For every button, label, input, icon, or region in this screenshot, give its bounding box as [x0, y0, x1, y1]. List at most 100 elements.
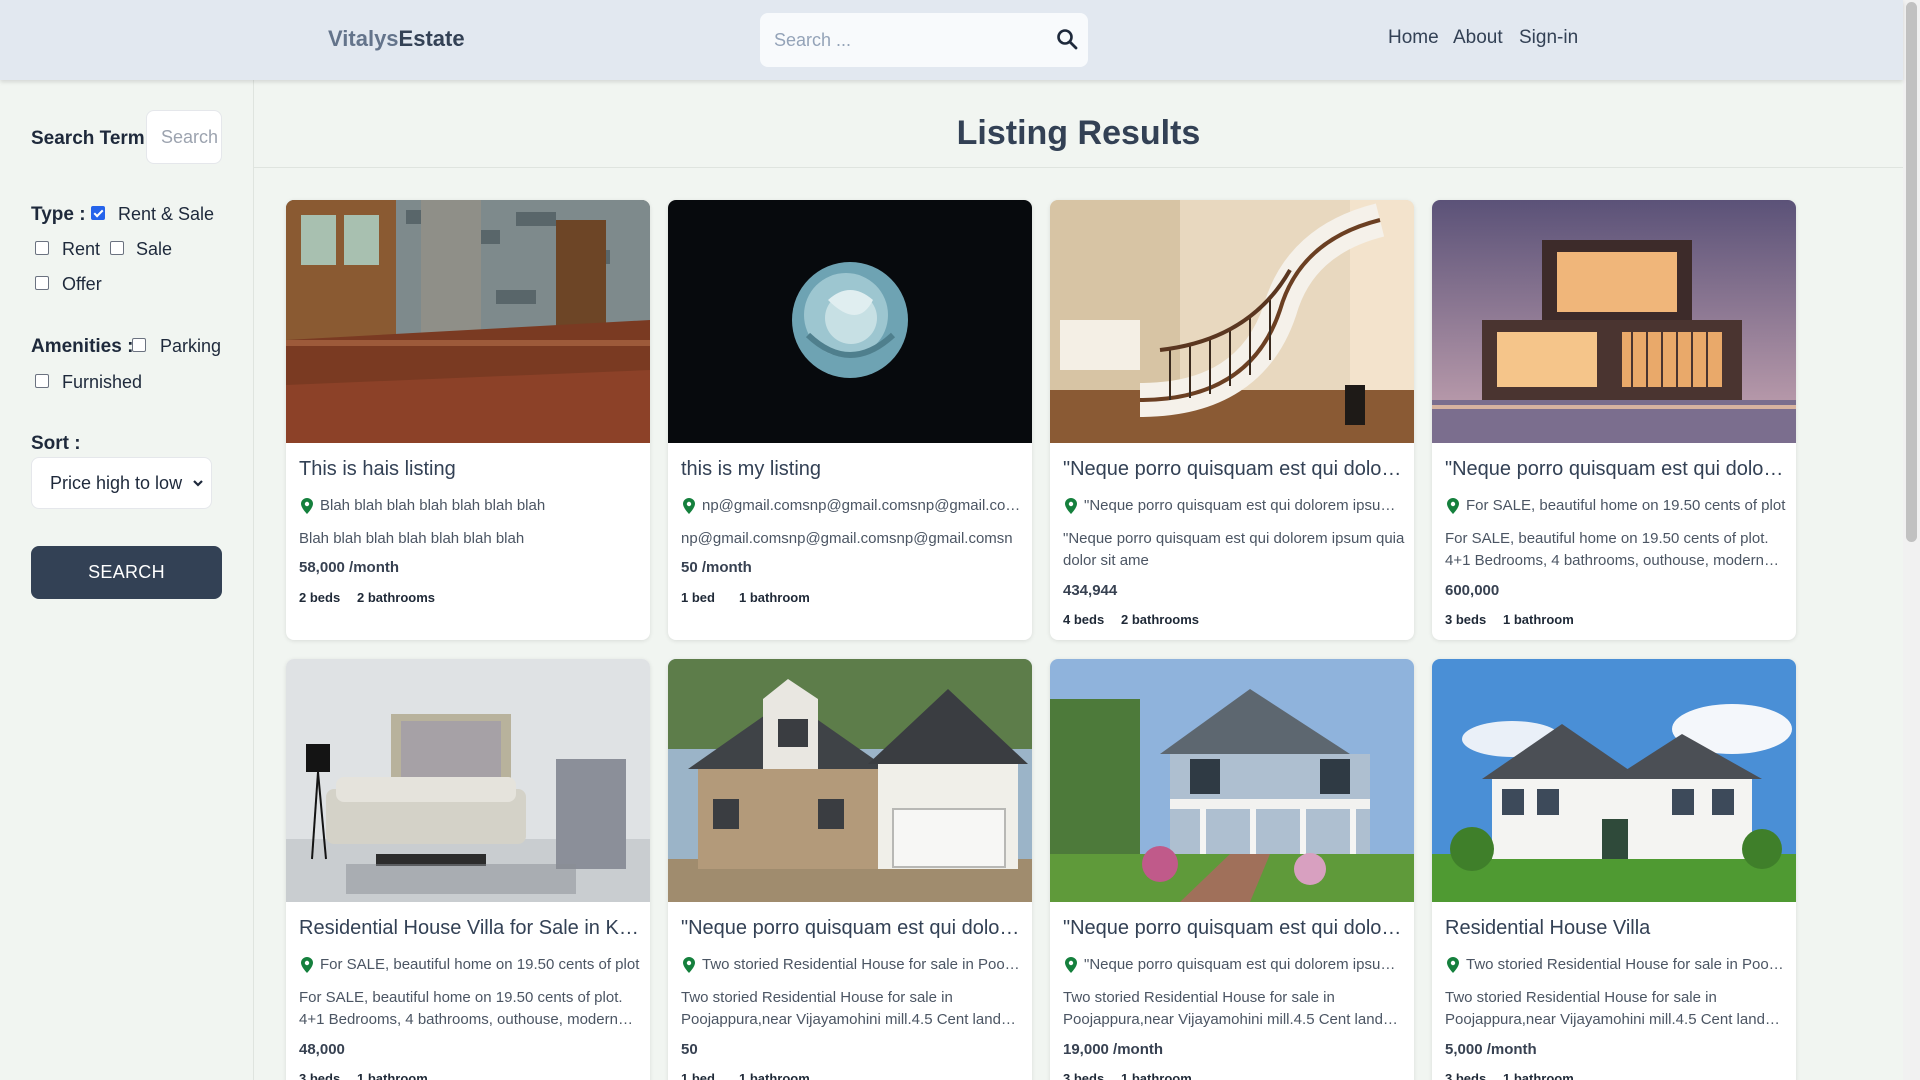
listing-beds: 4 beds	[1063, 612, 1105, 627]
sale-label: Sale	[136, 239, 173, 259]
search-input[interactable]	[760, 13, 1040, 67]
listing-beds: 1 bed	[681, 590, 715, 605]
listing-address-text: "Neque porro quisquam est qui dolorem ip…	[1084, 956, 1404, 973]
listing-baths: 1 bathroom	[739, 590, 810, 605]
listing-beds: 1 bed	[681, 1071, 715, 1080]
listing-address: "Neque porro quisquam est qui dolorem ip…	[1063, 956, 1405, 976]
listing-address: Blah blah blah blah blah blah blah	[299, 497, 641, 517]
listing-description: "Neque porro quisquam est qui dolorem ip…	[1063, 530, 1405, 569]
listing-price: 600,000	[1445, 582, 1500, 599]
listing-address-text: "Neque porro quisquam est qui dolorem ip…	[1084, 497, 1404, 514]
offer-label: Offer	[62, 274, 102, 294]
listing-title: Residential House Villa for Sale in Kera…	[299, 917, 639, 939]
listing-address: Two storied Residential House for sale i…	[681, 956, 1023, 976]
nav-home[interactable]: Home	[1388, 27, 1439, 49]
listing-card[interactable]: This is hais listing Blah blah blah blah…	[286, 200, 650, 640]
listing-baths: 2 bathrooms	[1121, 612, 1200, 627]
listing-title: This is hais listing	[299, 458, 456, 480]
rent-label: Rent	[62, 239, 101, 259]
listing-title: this is my listing	[681, 458, 822, 480]
listing-description: Two storied Residential House for sale i…	[1063, 989, 1383, 1028]
rent-sale-label: Rent & Sale	[118, 204, 215, 224]
listing-image[interactable]	[1432, 659, 1796, 902]
listing-card[interactable]: Residential House Villa for Sale in Kera…	[286, 659, 650, 1080]
rent-sale-checkbox[interactable]	[91, 206, 105, 220]
listing-description: For SALE, beautiful home on 19.50 cents …	[1445, 530, 1769, 569]
listing-price: 434,944	[1063, 582, 1118, 599]
listing-description: Two storied Residential House for sale i…	[1445, 989, 1765, 1028]
listing-beds: 3 beds	[299, 1071, 341, 1080]
location-pin-icon	[683, 957, 695, 973]
listing-price: 19,000 /month	[1063, 1041, 1164, 1058]
listing-baths: 1 bathroom	[1503, 612, 1574, 627]
listing-beds: 3 beds	[1445, 1071, 1487, 1080]
listing-image[interactable]	[286, 200, 650, 443]
parking-label: Parking	[160, 336, 222, 356]
listing-address: Two storied Residential House for sale i…	[1445, 956, 1787, 976]
listing-title: Residential House Villa	[1445, 917, 1651, 939]
header: VitalysEstate Home About Sign-in	[0, 0, 1903, 80]
furnished-checkbox[interactable]	[35, 374, 49, 388]
listing-beds: 3 beds	[1445, 612, 1487, 627]
listing-beds: 2 beds	[299, 590, 341, 605]
listing-address: For SALE, beautiful home on 19.50 cents …	[1445, 497, 1787, 517]
listing-card[interactable]: "Neque porro quisquam est qui dolorem ip…	[668, 659, 1032, 1080]
nav-sign-in[interactable]: Sign-in	[1519, 27, 1578, 49]
listing-card[interactable]: "Neque porro quisquam est qui dolorem ip…	[1432, 200, 1796, 640]
listing-price: 50 /month	[681, 559, 752, 576]
search-icon[interactable]	[1056, 28, 1078, 50]
listing-title: "Neque porro quisquam est qui dolorem ip…	[1063, 917, 1403, 939]
listing-image[interactable]	[286, 659, 650, 902]
scrollbar-thumb[interactable]	[1906, 2, 1917, 542]
sort-label: Sort :	[31, 433, 81, 454]
listing-title: "Neque porro quisquam est qui dolorem ip…	[681, 917, 1021, 939]
listing-address-text: Two storied Residential House for sale i…	[1466, 956, 1786, 973]
furnished-label: Furnished	[62, 372, 143, 392]
listing-title: "Neque porro quisquam est qui dolorem ip…	[1445, 458, 1785, 480]
location-pin-icon	[1447, 957, 1459, 973]
search-button[interactable]: SEARCH	[31, 546, 222, 599]
sort-select[interactable]: Price high to low	[31, 457, 212, 509]
listing-card[interactable]: this is my listing np@gmail.comsnp@gmail…	[668, 200, 1032, 640]
listing-card[interactable]: "Neque porro quisquam est qui dolorem ip…	[1050, 659, 1414, 1080]
listing-description: Two storied Residential House for sale i…	[681, 989, 1001, 1028]
listing-image[interactable]	[1050, 200, 1414, 443]
nav-about[interactable]: About	[1453, 27, 1503, 49]
logo-part-2: Estate	[398, 26, 465, 51]
listing-image[interactable]	[668, 200, 1032, 443]
page-title: Listing Results	[956, 114, 1201, 152]
listing-address: np@gmail.comsnp@gmail.comsnp@gmail.comsn…	[681, 497, 1023, 517]
offer-checkbox[interactable]	[35, 276, 49, 290]
header-search	[760, 13, 1088, 67]
listing-card[interactable]: Residential House Villa Two storied Resi…	[1432, 659, 1796, 1080]
listing-card[interactable]: "Neque porro quisquam est qui dolorem ip…	[1050, 200, 1414, 640]
listing-image[interactable]	[1050, 659, 1414, 902]
type-label: Type :	[31, 204, 86, 225]
listing-price: 48,000	[299, 1041, 345, 1058]
logo[interactable]: VitalysEstate	[328, 26, 465, 52]
listing-address: "Neque porro quisquam est qui dolorem ip…	[1063, 497, 1405, 517]
listing-address-text: For SALE, beautiful home on 19.50 cents …	[1466, 497, 1786, 514]
chevron-down-icon	[193, 480, 203, 487]
rent-checkbox[interactable]	[35, 241, 49, 255]
listing-beds: 3 beds	[1063, 1071, 1105, 1080]
location-pin-icon	[1065, 957, 1077, 973]
search-term-input[interactable]	[146, 110, 222, 164]
listing-address-text: For SALE, beautiful home on 19.50 cents …	[320, 956, 640, 973]
listing-title: "Neque porro quisquam est qui dolorem ip…	[1063, 458, 1403, 480]
listing-baths: 2 bathrooms	[357, 590, 436, 605]
listing-price: 50	[681, 1041, 698, 1058]
sale-checkbox[interactable]	[110, 241, 124, 255]
listing-image[interactable]	[1432, 200, 1796, 443]
sort-value: Price high to low	[50, 473, 183, 493]
listing-image[interactable]	[668, 659, 1032, 902]
listing-baths: 1 bathroom	[357, 1071, 428, 1080]
location-pin-icon	[1065, 498, 1077, 514]
listing-address-text: np@gmail.comsnp@gmail.comsnp@gmail.comsn…	[702, 497, 1022, 514]
parking-checkbox[interactable]	[132, 338, 146, 352]
listing-price: 5,000 /month	[1445, 1041, 1537, 1058]
listing-baths: 1 bathroom	[1503, 1071, 1574, 1080]
title-divider	[254, 167, 1903, 168]
listing-price: 58,000 /month	[299, 559, 400, 576]
location-pin-icon	[1447, 498, 1459, 514]
